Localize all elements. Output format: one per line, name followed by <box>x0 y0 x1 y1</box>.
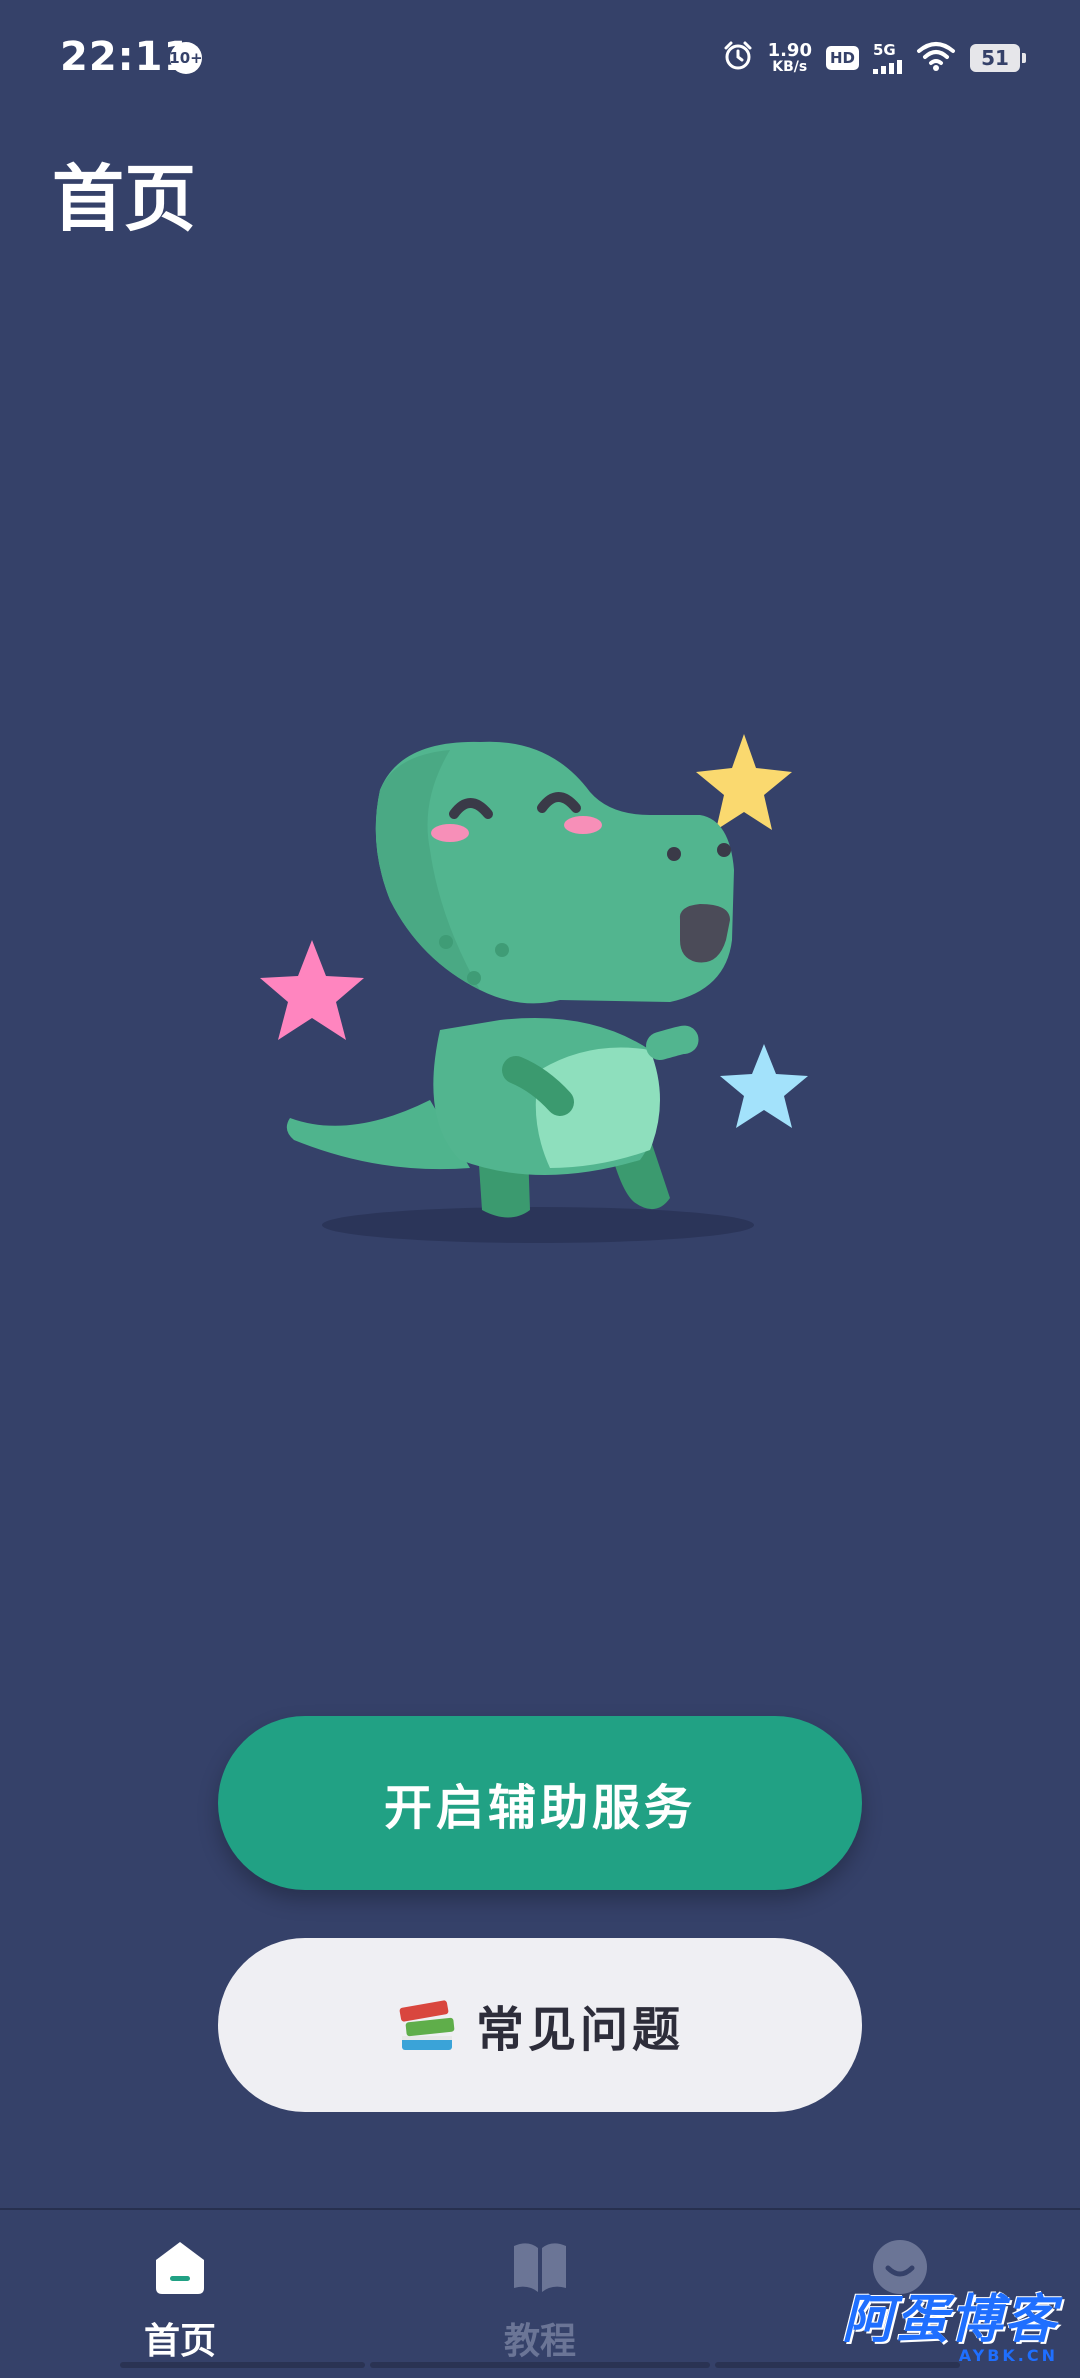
status-icons: 1.90 KB/s HD 5G 51 <box>722 36 1026 80</box>
watermark: 阿蛋博客 AYBK.CN <box>842 2294 1058 2364</box>
enable-accessibility-service-button[interactable]: 开启辅助服务 <box>218 1716 862 1890</box>
watermark-text: 阿蛋博客 <box>841 2290 1058 2350</box>
hd-badge: HD <box>825 46 859 70</box>
tab-tutorial[interactable]: 教程 <box>440 2238 640 2364</box>
books-icon <box>396 1996 458 2054</box>
page-title: 首页 <box>52 157 197 241</box>
enable-accessibility-service-label: 开启辅助服务 <box>383 1780 696 1836</box>
book-icon <box>510 2238 570 2300</box>
faq-label: 常见问题 <box>475 2002 684 2058</box>
network-type: 5G <box>873 40 896 59</box>
status-bar: 22:11 10+ 1.90 KB/s HD 5G 51 <box>0 0 1080 116</box>
watermark-domain: AYBK.CN <box>958 2346 1058 2365</box>
signal-indicator: 5G <box>873 40 902 74</box>
tab-indicator <box>120 2362 365 2368</box>
alarm-icon <box>722 40 754 76</box>
signal-bars-icon <box>873 59 902 74</box>
tab-tutorial-label: 教程 <box>503 2321 576 2362</box>
battery-indicator: 51 <box>970 44 1026 72</box>
tab-indicator <box>370 2362 710 2368</box>
network-speed: 1.90 KB/s <box>767 40 812 75</box>
faq-button[interactable]: 常见问题 <box>218 1938 862 2112</box>
notification-badge: 10+ <box>169 42 203 74</box>
dinosaur-illustration <box>260 720 820 1260</box>
tab-home-label: 首页 <box>143 2321 216 2362</box>
wifi-icon <box>916 40 956 76</box>
home-icon <box>150 2238 210 2300</box>
network-speed-unit: KB/s <box>772 59 808 75</box>
tab-home[interactable]: 首页 <box>80 2238 280 2364</box>
network-speed-value: 1.90 <box>767 40 812 61</box>
